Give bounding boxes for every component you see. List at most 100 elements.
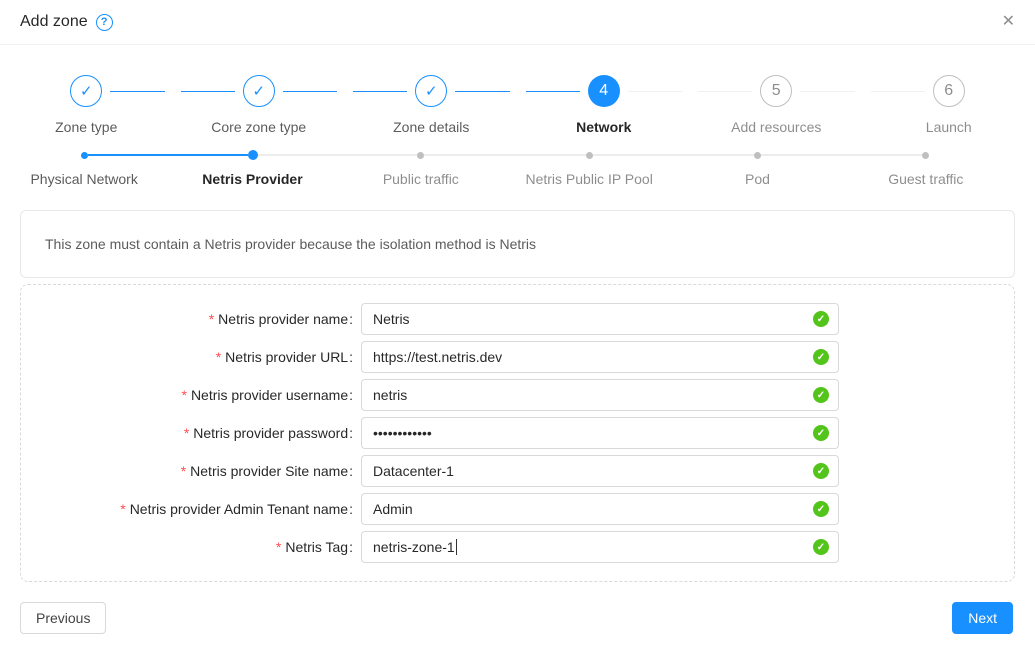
netris-provider-admin-tenant-name-input[interactable]: Admin ✓ (361, 493, 839, 525)
step-add-resources: 5 Add resources (690, 75, 863, 135)
step-line (698, 91, 752, 92)
valid-check-icon: ✓ (813, 425, 829, 441)
step-number: 6 (933, 75, 965, 107)
required-marker: * (209, 311, 214, 327)
valid-check-icon: ✓ (813, 349, 829, 365)
required-marker: * (181, 387, 186, 403)
step-line (283, 91, 337, 92)
modal-header: Add zone ? ✕ (0, 0, 1035, 45)
wizard-footer: Previous Next (0, 602, 1035, 634)
form-row: *Netris provider name: Netris ✓ (21, 303, 1014, 335)
step-zone-details: ✓ Zone details (345, 75, 518, 135)
valid-check-icon: ✓ (813, 387, 829, 403)
input-value: Datacenter-1 (373, 463, 454, 479)
netris-tag-input[interactable]: netris-zone-1 ✓ (361, 531, 839, 563)
form-row: *Netris provider username: netris ✓ (21, 379, 1014, 411)
step-line (800, 91, 854, 92)
form-row: *Netris provider Admin Tenant name: Admi… (21, 493, 1014, 525)
step-line (973, 91, 1027, 92)
step-line (181, 91, 235, 92)
step-label: Zone type (55, 119, 117, 135)
input-value: Netris (373, 311, 410, 327)
step-network: 4 Network (518, 75, 691, 135)
close-icon[interactable]: ✕ (1002, 14, 1015, 30)
netris-provider-username-input[interactable]: netris ✓ (361, 379, 839, 411)
step-line (455, 91, 509, 92)
step-label: Add resources (731, 119, 821, 135)
substep-dot (754, 152, 761, 159)
input-value: netris (373, 387, 407, 403)
step-line (526, 91, 580, 92)
substep-guest-traffic: Guest traffic (842, 145, 1010, 187)
step-number: 4 (588, 75, 620, 107)
help-icon[interactable]: ? (96, 14, 113, 31)
substep-line (258, 154, 337, 156)
input-value: netris-zone-1 (373, 539, 455, 555)
substep-line (673, 154, 754, 156)
field-label: *Netris provider username: (21, 387, 353, 403)
substep-netris-public-ip-pool: Netris Public IP Pool (505, 145, 673, 187)
valid-check-icon: ✓ (813, 463, 829, 479)
step-line (353, 91, 407, 92)
form-row: *Netris provider password: •••••••••••• … (21, 417, 1014, 449)
step-core-zone-type: ✓ Core zone type (173, 75, 346, 135)
substep-line (761, 154, 842, 156)
substep-label: Physical Network (30, 171, 137, 187)
input-value: https://test.netris.dev (373, 349, 502, 365)
step-zone-type: ✓ Zone type (0, 75, 173, 135)
step-line (110, 91, 164, 92)
substep-physical-network: Physical Network (0, 145, 168, 187)
valid-check-icon: ✓ (813, 311, 829, 327)
step-done-check-icon: ✓ (415, 75, 447, 107)
form-row: *Netris Tag: netris-zone-1 ✓ (21, 531, 1014, 563)
field-label: *Netris provider URL: (21, 349, 353, 365)
required-marker: * (184, 425, 189, 441)
substep-dot (248, 150, 258, 160)
valid-check-icon: ✓ (813, 501, 829, 517)
substep-label: Netris Public IP Pool (525, 171, 652, 187)
input-value-masked: •••••••••••• (373, 425, 432, 441)
step-line (8, 91, 62, 92)
previous-button[interactable]: Previous (20, 602, 106, 634)
substep-netris-provider: Netris Provider (168, 145, 336, 187)
field-label: *Netris Tag: (21, 539, 353, 555)
required-marker: * (181, 463, 186, 479)
step-label: Zone details (393, 119, 469, 135)
substep-line (424, 154, 505, 156)
substep-line (168, 154, 247, 156)
input-value: Admin (373, 501, 413, 517)
step-number: 5 (760, 75, 792, 107)
substep-line (88, 154, 169, 156)
step-label: Network (576, 119, 631, 135)
substep-dot (417, 152, 424, 159)
required-marker: * (120, 501, 125, 517)
required-marker: * (216, 349, 221, 365)
substep-line (337, 154, 418, 156)
wizard-stepper: ✓ Zone type ✓ Core zone type ✓ Zone deta… (0, 75, 1035, 135)
form-row: *Netris provider Site name: Datacenter-1… (21, 455, 1014, 487)
netris-provider-password-input[interactable]: •••••••••••• ✓ (361, 417, 839, 449)
netris-provider-site-name-input[interactable]: Datacenter-1 ✓ (361, 455, 839, 487)
substep-line (0, 154, 81, 156)
substep-public-traffic: Public traffic (337, 145, 505, 187)
substep-line (842, 154, 923, 156)
substep-label: Guest traffic (888, 171, 963, 187)
substep-label: Pod (745, 171, 770, 187)
substep-dot (81, 152, 88, 159)
netris-provider-form: *Netris provider name: Netris ✓ *Netris … (20, 284, 1015, 582)
field-label: *Netris provider Admin Tenant name: (21, 501, 353, 517)
netris-provider-name-input[interactable]: Netris ✓ (361, 303, 839, 335)
page-title: Add zone (20, 13, 88, 31)
substep-label: Public traffic (383, 171, 459, 187)
step-done-check-icon: ✓ (70, 75, 102, 107)
notice-text: This zone must contain a Netris provider… (45, 236, 536, 252)
isolation-method-notice: This zone must contain a Netris provider… (20, 210, 1015, 278)
substep-label: Netris Provider (202, 171, 302, 187)
next-button[interactable]: Next (952, 602, 1013, 634)
step-label: Launch (926, 119, 972, 135)
valid-check-icon: ✓ (813, 539, 829, 555)
field-label: *Netris provider Site name: (21, 463, 353, 479)
substep-pod: Pod (673, 145, 841, 187)
step-label: Core zone type (211, 119, 306, 135)
netris-provider-url-input[interactable]: https://test.netris.dev ✓ (361, 341, 839, 373)
